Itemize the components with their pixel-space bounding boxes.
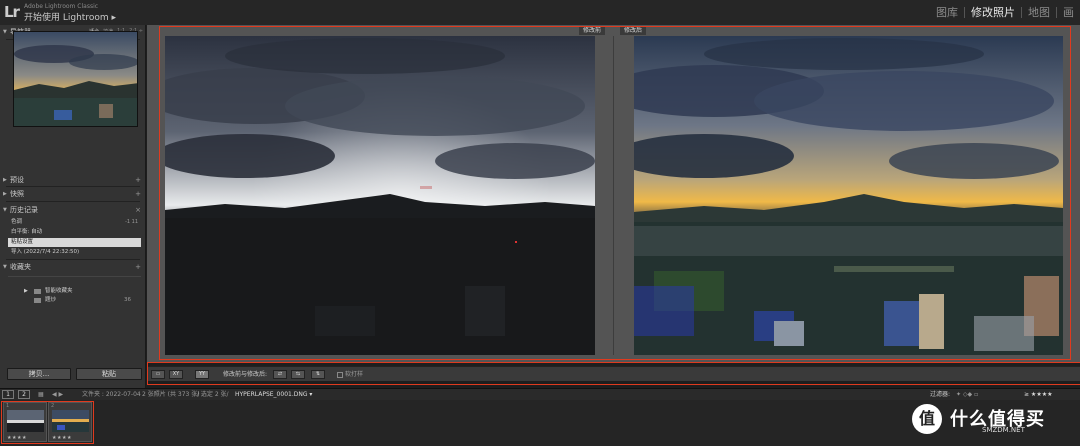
watermark-logo: 值	[912, 404, 942, 434]
collection-item[interactable]: 题炒 36	[8, 296, 141, 305]
swap-icon: ⇅	[315, 371, 321, 377]
divider	[6, 201, 140, 202]
clear-history-icon[interactable]: ×	[135, 206, 141, 214]
after-label: 修改后	[620, 26, 647, 35]
collapse-triangle-icon: ▼	[3, 29, 7, 35]
arrow-right-icon: ⇄	[277, 371, 283, 377]
before-label: 修改前	[579, 26, 606, 35]
before-after-left-right-button[interactable]: XY	[169, 370, 183, 379]
after-photo[interactable]	[634, 36, 1063, 355]
add-preset-icon[interactable]: +	[135, 176, 141, 184]
history-title: 历史记录	[10, 206, 38, 214]
thumb-rating: ★★★★	[7, 435, 27, 441]
collections-header[interactable]: ▼ 收藏夹 +	[0, 261, 146, 273]
prev-next-arrows[interactable]: ◀ ▶	[52, 390, 63, 400]
swap-before-after-button[interactable]: ⇅	[311, 370, 325, 379]
history-item-selected[interactable]: 粘贴设置	[8, 238, 141, 247]
lightroom-logo: Lr	[4, 3, 20, 21]
navigator-preview[interactable]	[13, 31, 138, 127]
collapse-triangle-icon: ▼	[3, 264, 7, 270]
thumb-image	[7, 410, 44, 432]
collection-icon	[34, 298, 41, 303]
thumb-image	[52, 410, 89, 432]
navigator-preview-image	[14, 32, 137, 126]
snapshots-title: 快照	[10, 190, 24, 198]
photo-count: 2 张照片 (共 373 张)	[142, 391, 200, 398]
selected-count: / 选定 2 张/	[197, 391, 229, 398]
module-book[interactable]: 画	[1056, 7, 1080, 18]
history-item[interactable]: 白平衡: 自动	[8, 228, 141, 237]
watermark-site: SMZDM.NET	[982, 426, 1025, 434]
before-photo-image	[165, 36, 595, 355]
collections-title: 收藏夹	[10, 263, 31, 271]
arrow-left-icon: ⇆	[295, 371, 301, 377]
rating-filter[interactable]: ≥ ★★★★	[1024, 390, 1052, 400]
thumb-rating: ★★★★	[52, 435, 72, 441]
before-photo[interactable]	[165, 36, 595, 355]
filmstrip-thumb[interactable]: 1 ★★★★	[3, 402, 47, 442]
copy-after-to-before-button[interactable]: ⇆	[291, 370, 305, 379]
top-bar: Lr Adobe Lightroom Classic 开始使用 Lightroo…	[0, 0, 1080, 25]
add-collection-icon[interactable]: +	[135, 263, 141, 271]
folder-source[interactable]: 文件夹 : 2022-07-04	[82, 390, 141, 400]
screen-1-button[interactable]: 1	[2, 390, 14, 399]
expand-triangle-icon: ▶	[24, 288, 28, 294]
identity-plate-title[interactable]: 开始使用 Lightroom ▸	[24, 10, 116, 23]
expand-triangle-icon: ▶	[3, 177, 7, 183]
screen-2-button[interactable]: 2	[18, 390, 30, 399]
collection-item[interactable]: ▶ 智能收藏夹	[8, 287, 141, 296]
paste-settings-button[interactable]: 粘贴	[76, 368, 142, 380]
collections-list: ▶ 智能收藏夹 题炒 36	[8, 276, 141, 312]
module-map[interactable]: 地图	[1021, 7, 1056, 18]
module-picker: 图库 修改照片 地图 画	[930, 7, 1080, 18]
expand-triangle-icon: ▶	[3, 191, 7, 197]
collapse-triangle-icon: ▼	[3, 207, 7, 213]
soft-proof-label: 软打样	[345, 371, 364, 378]
grid-icon[interactable]: ▦	[38, 390, 44, 400]
compare-toolbar: ▭ XY YY 修改前与修改后: ⇄ ⇆ ⇅ 软打样	[147, 366, 1080, 381]
filmstrip-thumb[interactable]: 2 ★★★★	[48, 402, 92, 442]
divider	[6, 186, 140, 187]
compare-divider	[613, 36, 614, 355]
presets-header[interactable]: ▶ 预设 +	[0, 174, 146, 186]
filter-label: 过滤器:	[930, 391, 951, 398]
copy-before-to-after-button[interactable]: ⇄	[273, 370, 287, 379]
module-library[interactable]: 图库	[930, 7, 964, 18]
history-header[interactable]: ▼ 历史记录 ×	[0, 204, 146, 216]
history-item[interactable]: 导入 (2022/7/4 22:32:50)	[8, 248, 141, 257]
current-filename[interactable]: HYPERLAPSE_0001.DNG ▾	[235, 390, 312, 400]
history-item[interactable]: 色调 -1 11	[8, 218, 141, 227]
after-photo-image	[634, 36, 1063, 355]
copy-settings-button[interactable]: 拷贝...	[7, 368, 71, 380]
snapshots-header[interactable]: ▶ 快照 +	[0, 188, 146, 200]
loupe-view-button[interactable]: ▭	[151, 370, 165, 379]
flag-filter-icons[interactable]: ✦ ◇◆ ▫	[956, 390, 978, 400]
divider	[6, 259, 140, 260]
presets-title: 预设	[10, 176, 24, 184]
folder-icon	[34, 289, 41, 294]
module-develop[interactable]: 修改照片	[964, 7, 1021, 18]
filmstrip-info-bar: 1 2 ▦ ◀ ▶ 文件夹 : 2022-07-04 2 张照片 (共 373 …	[0, 388, 1080, 400]
app-subtitle: Adobe Lightroom Classic	[24, 3, 99, 10]
before-after-top-bottom-button[interactable]: YY	[195, 370, 209, 379]
add-snapshot-icon[interactable]: +	[135, 190, 141, 198]
before-after-label: 修改前与修改后:	[223, 371, 268, 378]
soft-proof-checkbox[interactable]	[337, 372, 343, 378]
